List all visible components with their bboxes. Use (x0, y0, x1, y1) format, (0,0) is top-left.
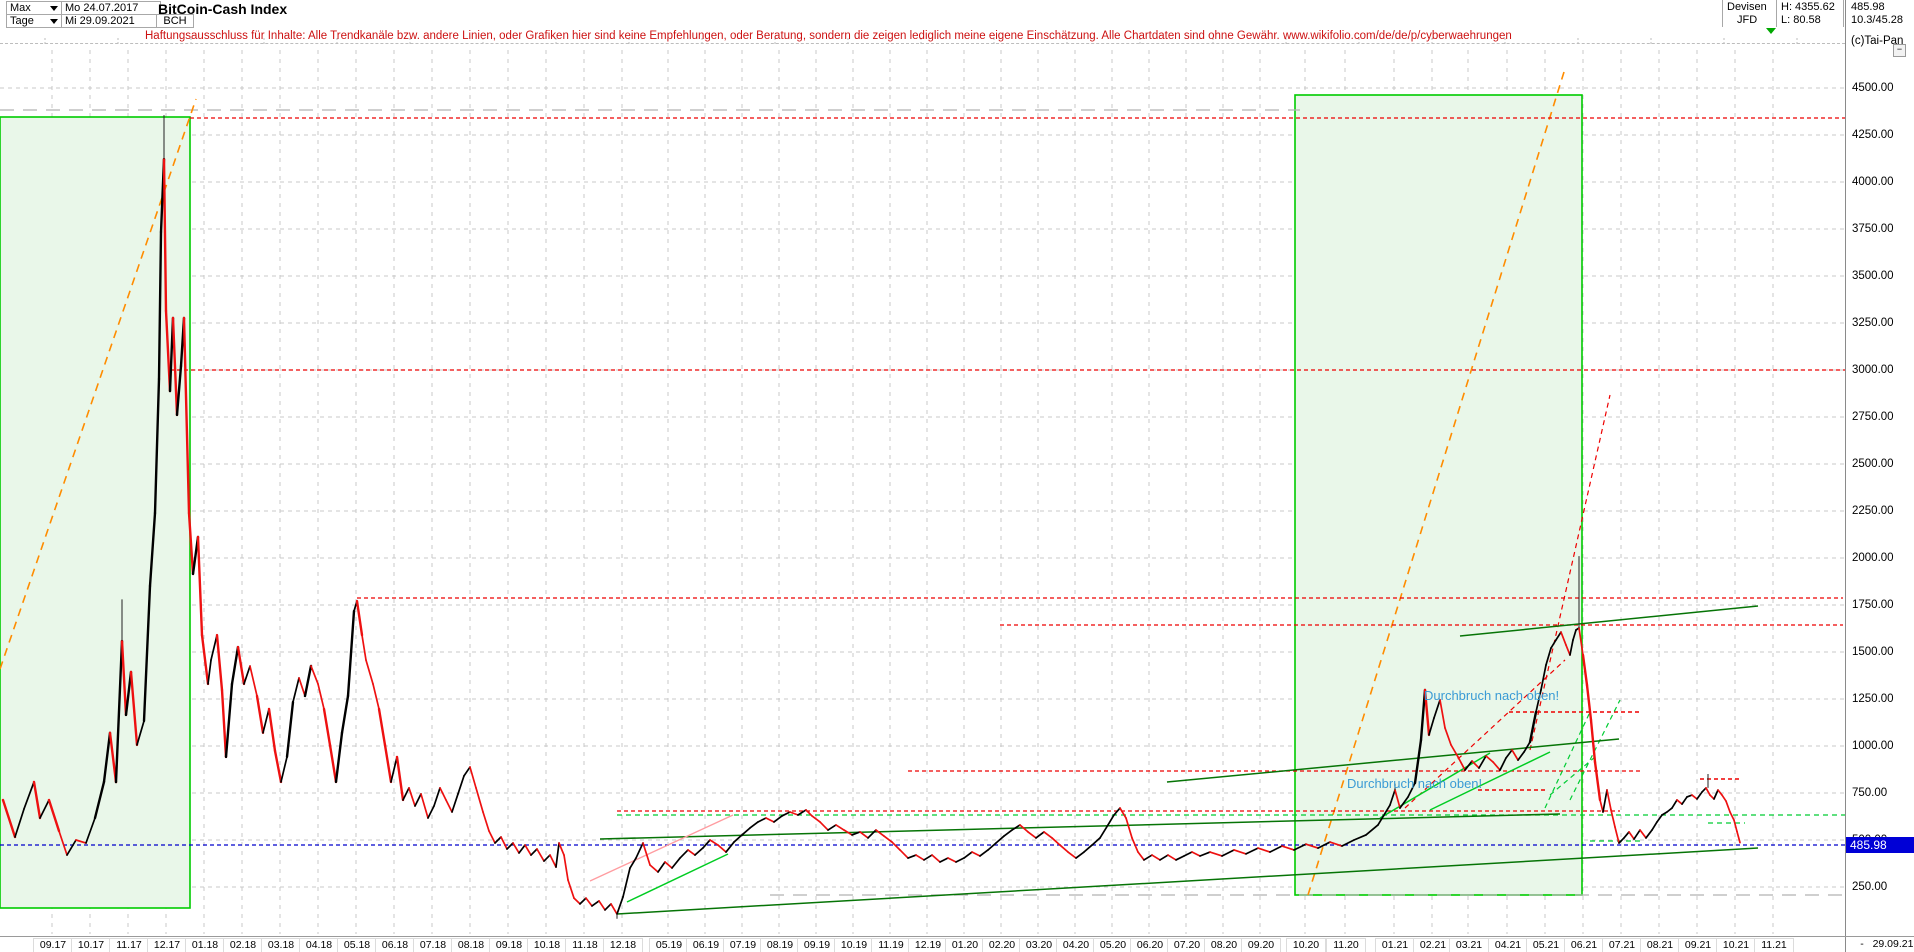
time-axis-label: 06.21 (1564, 938, 1604, 952)
time-axis-label: 10.19 (834, 938, 874, 952)
date-from-value: Mo 24.07.2017 (65, 2, 138, 14)
trend-zone-boxes (0, 95, 1582, 908)
chevron-down-icon (50, 19, 58, 24)
time-axis-label: 06.18 (375, 938, 415, 952)
axis-corner-dash: - (1853, 938, 1871, 951)
indicator-values: 10.3/45.28 (1851, 14, 1903, 26)
time-axis-label: 10.17 (71, 938, 111, 952)
time-axis-label: 01.20 (945, 938, 985, 952)
time-axis-label: 03.21 (1449, 938, 1489, 952)
price-chart-canvas (0, 0, 1914, 952)
price-axis-label: 4500.00 (1852, 82, 1894, 94)
time-axis-label: 07.21 (1602, 938, 1642, 952)
broker-label: JFD (1737, 14, 1757, 26)
time-axis-label: 09.19 (797, 938, 837, 952)
time-axis-label: 08.19 (760, 938, 800, 952)
time-axis-label: 03.20 (1019, 938, 1059, 952)
header-divider (1722, 0, 1723, 27)
time-axis-label: 08.20 (1204, 938, 1244, 952)
header-divider (1776, 0, 1777, 27)
page-title: BitCoin-Cash Index (158, 1, 287, 17)
time-axis-label: 07.19 (723, 938, 763, 952)
last-date-label: 29.09.21 (1872, 938, 1914, 951)
period-dropdown-label: Tage (10, 15, 34, 27)
time-axis-label: 11.19 (871, 938, 911, 952)
time-axis-label: 12.17 (147, 938, 187, 952)
price-axis-label: 3750.00 (1852, 223, 1894, 235)
time-axis-label: 09.18 (489, 938, 529, 952)
price-axis-label: 1000.00 (1852, 740, 1894, 752)
price-axis-label: 1500.00 (1852, 646, 1894, 658)
time-axis-label: 05.21 (1526, 938, 1566, 952)
price-axis-line (1845, 0, 1846, 952)
time-axis-label: 05.20 (1093, 938, 1133, 952)
time-axis-label: 12.19 (908, 938, 948, 952)
time-axis-label: 07.20 (1167, 938, 1207, 952)
low-value: L: 80.58 (1781, 14, 1821, 26)
time-axis-label: 02.21 (1413, 938, 1453, 952)
range-dropdown-label: Max (10, 2, 31, 14)
time-axis-label: 11.20 (1326, 938, 1366, 952)
price-axis-label: 250.00 (1852, 881, 1887, 893)
date-from-field[interactable]: Mo 24.07.2017 (61, 1, 161, 15)
time-axis-label: 12.18 (603, 938, 643, 952)
range-dropdown[interactable]: Max (6, 1, 62, 15)
time-axis-label: 04.18 (299, 938, 339, 952)
time-axis-line (0, 936, 1914, 937)
breakout-annotation: Durchbruch nach oben! (1424, 688, 1559, 703)
time-axis-label: 06.20 (1130, 938, 1170, 952)
last-price-value: 485.98 (1851, 1, 1885, 13)
disclaimer-text: Haftungsausschluss für Inhalte: Alle Tre… (145, 30, 1512, 42)
time-axis-label: 09.21 (1678, 938, 1718, 952)
time-axis-label: 11.21 (1754, 938, 1794, 952)
time-axis-label: 06.19 (686, 938, 726, 952)
trend-down-triangle-icon (1766, 28, 1776, 34)
time-axis-label: 10.18 (527, 938, 567, 952)
price-axis-label: 2250.00 (1852, 505, 1894, 517)
time-axis-label: 02.20 (982, 938, 1022, 952)
price-axis-label: 3500.00 (1852, 270, 1894, 282)
taipan-chart-window: Max Mo 24.07.2017 Tage Mi 29.09.2021 BCH… (0, 0, 1914, 952)
time-axis-label: 05.18 (337, 938, 377, 952)
period-dropdown[interactable]: Tage (6, 14, 62, 28)
time-axis-label: 08.18 (451, 938, 491, 952)
breakout-annotation: Durchbruch nach oben! (1347, 776, 1482, 791)
time-axis-label: 01.21 (1375, 938, 1415, 952)
time-axis-label: 02.18 (223, 938, 263, 952)
top-ruler (0, 43, 1845, 44)
price-axis-label: 4000.00 (1852, 176, 1894, 188)
time-axis-label: 03.18 (261, 938, 301, 952)
current-price-tag: 485.98 (1846, 837, 1914, 853)
price-axis-label: 2000.00 (1852, 552, 1894, 564)
time-axis-label: 11.17 (109, 938, 149, 952)
price-axis-label: 3250.00 (1852, 317, 1894, 329)
collapse-panel-button[interactable]: − (1893, 44, 1906, 57)
price-axis-label: 3000.00 (1852, 364, 1894, 376)
price-axis-label: 750.00 (1852, 787, 1887, 799)
time-axis-label: 11.18 (565, 938, 605, 952)
market-label: Devisen (1727, 1, 1767, 13)
header-divider (1843, 0, 1844, 27)
time-axis-label: 10.21 (1716, 938, 1756, 952)
time-axis-label: 04.20 (1056, 938, 1096, 952)
price-axis-label: 1750.00 (1852, 599, 1894, 611)
date-to-field[interactable]: Mi 29.09.2021 (61, 14, 161, 28)
price-axis-label: 2750.00 (1852, 411, 1894, 423)
time-axis-label: 10.20 (1286, 938, 1326, 952)
time-axis-label: 09.17 (33, 938, 73, 952)
time-axis-label: 08.21 (1640, 938, 1680, 952)
time-axis-label: 09.20 (1241, 938, 1281, 952)
price-axis-label: 4250.00 (1852, 129, 1894, 141)
time-axis-label: 05.19 (649, 938, 689, 952)
time-axis-label: 01.18 (185, 938, 225, 952)
minus-icon: − (1897, 44, 1902, 54)
chevron-down-icon (50, 6, 58, 11)
price-axis-label: 1250.00 (1852, 693, 1894, 705)
date-to-value: Mi 29.09.2021 (65, 15, 135, 27)
price-axis-label: 2500.00 (1852, 458, 1894, 470)
time-axis-label: 04.21 (1488, 938, 1528, 952)
time-axis-label: 07.18 (413, 938, 453, 952)
high-value: H: 4355.62 (1781, 1, 1835, 13)
